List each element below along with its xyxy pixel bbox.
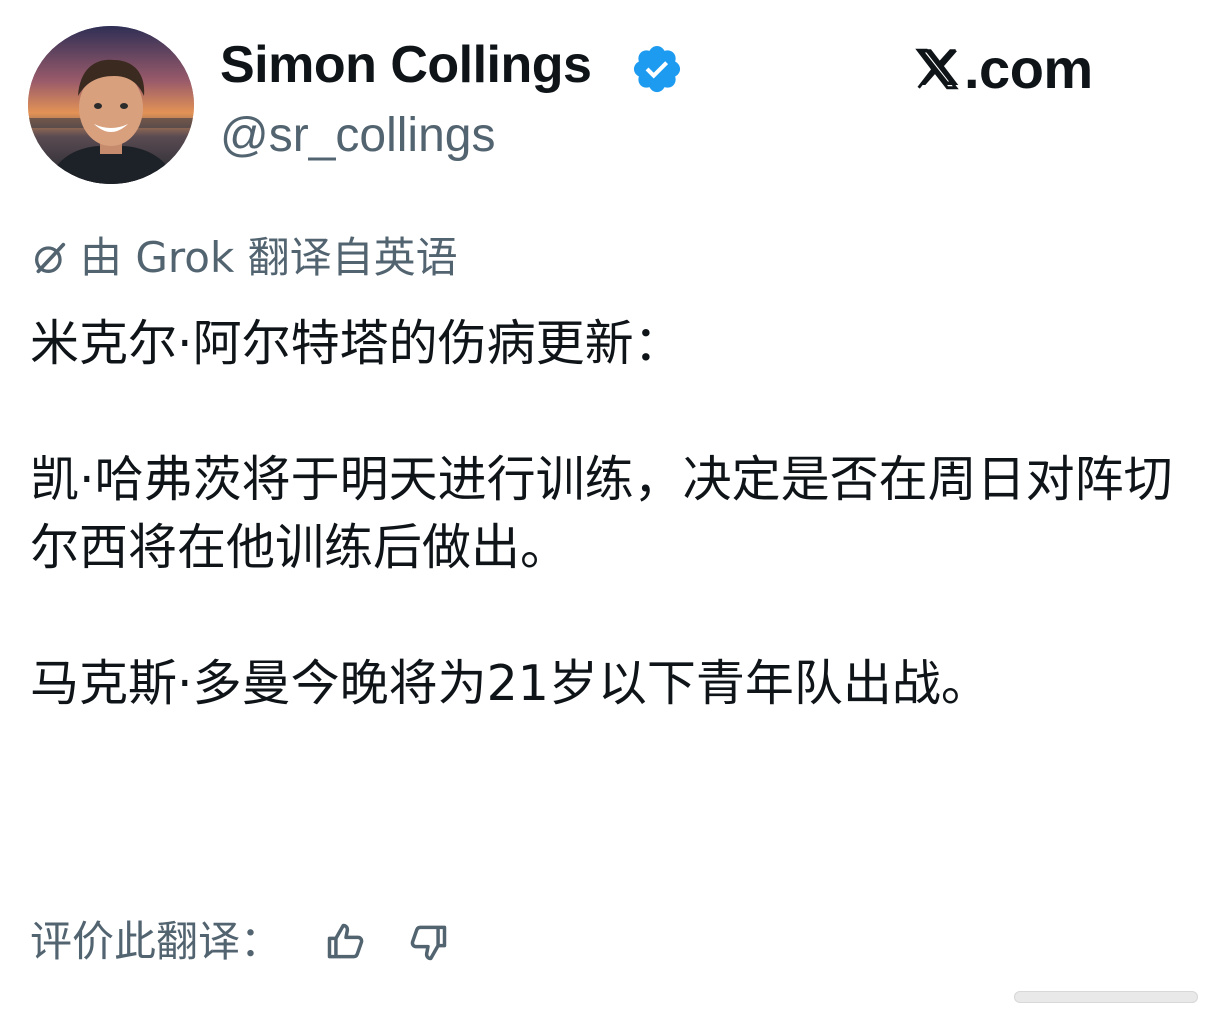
profile-photo	[28, 26, 194, 184]
thumbs-up-button[interactable]	[322, 918, 370, 966]
horizontal-scrollbar[interactable]	[1014, 991, 1198, 1003]
brand-text: .com	[964, 37, 1093, 100]
verified-badge-icon	[633, 45, 681, 93]
brand-watermark: .com	[912, 36, 1093, 102]
tweet-text: 米克尔·阿尔特塔的伤病更新： 凯·哈弗茨将于明天进行训练，决定是否在周日对阵切尔…	[30, 310, 1180, 718]
rate-translation-label: 评价此翻译：	[30, 917, 283, 966]
author-display-name[interactable]: Simon Collings	[220, 30, 592, 100]
avatar[interactable]	[28, 26, 194, 184]
thumbs-down-button[interactable]	[404, 918, 452, 966]
x-logo-icon	[915, 48, 959, 90]
tweet-paragraph-3: 马克斯·多曼今晚将为21岁以下青年队出战。	[30, 655, 990, 712]
translation-label: 由 Grok 翻译自英语	[80, 233, 458, 282]
author-handle[interactable]: @sr_collings	[220, 104, 495, 168]
grok-icon	[35, 242, 66, 274]
tweet-paragraph-2: 凯·哈弗茨将于明天进行训练，决定是否在周日对阵切尔西将在他训练后做出。	[30, 451, 1173, 576]
tweet-line-1: 米克尔·阿尔特塔的伤病更新：	[30, 315, 683, 372]
thumbs-down-icon	[410, 925, 447, 961]
rate-translation: 评价此翻译：	[30, 910, 452, 974]
thumbs-up-icon	[327, 923, 364, 959]
translation-notice[interactable]: 由 Grok 翻译自英语	[30, 230, 458, 286]
